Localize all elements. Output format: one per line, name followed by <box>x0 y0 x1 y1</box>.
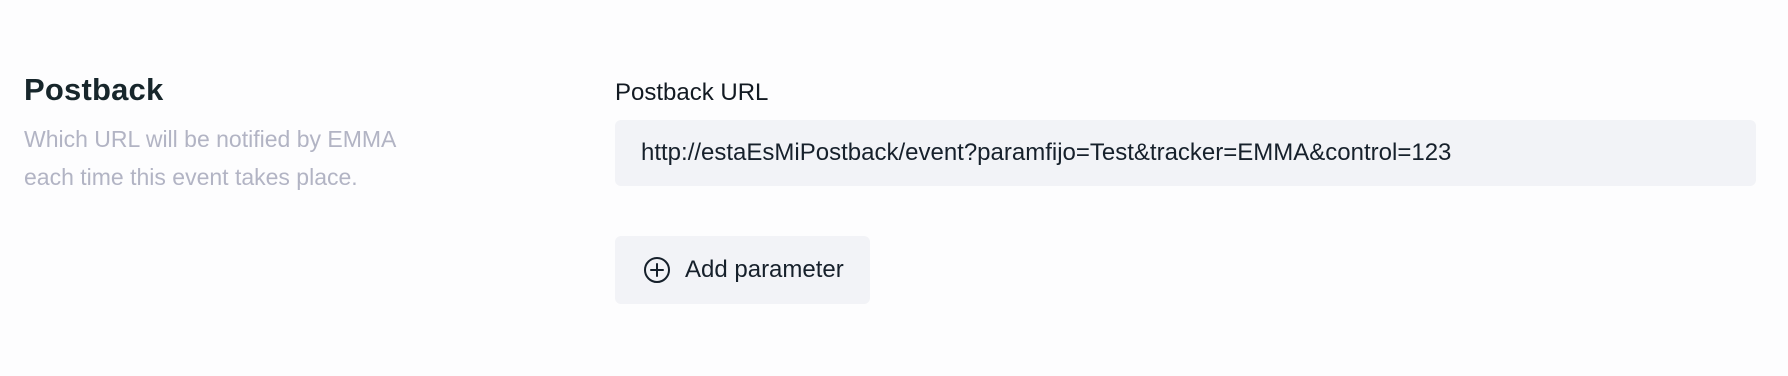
plus-circle-icon <box>643 256 671 284</box>
section-description: Which URL will be notified by EMMA each … <box>24 126 396 190</box>
add-parameter-button[interactable]: Add parameter <box>615 236 870 304</box>
postback-form: Postback URL Add parameter <box>615 78 1756 304</box>
section-title: Postback <box>24 72 164 107</box>
postback-url-input[interactable] <box>615 120 1756 186</box>
postback-url-label: Postback URL <box>615 79 769 106</box>
add-parameter-label: Add parameter <box>685 256 844 283</box>
postback-section-header: Postback Which URL will be notified by E… <box>24 70 444 196</box>
